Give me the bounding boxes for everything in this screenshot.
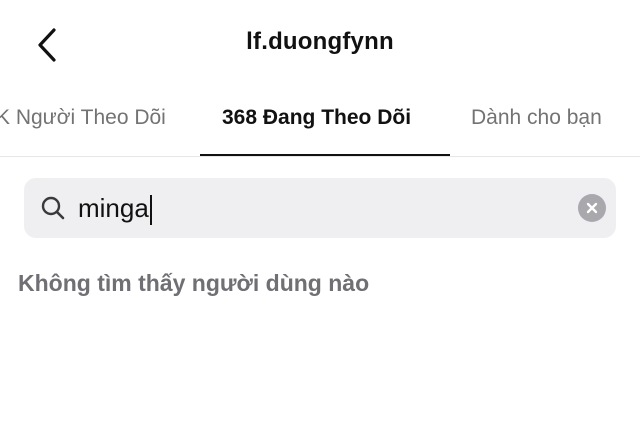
tab-for-you[interactable]: Dành cho bạn	[471, 106, 602, 130]
empty-results-message: Không tìm thấy người dùng nào	[18, 270, 370, 296]
tabs-divider	[0, 156, 640, 157]
search-input[interactable]: minga	[78, 192, 152, 226]
tab-followers[interactable]: K Người Theo Dõi	[0, 106, 166, 130]
tab-following[interactable]: 368 Đang Theo Dõi	[222, 106, 411, 130]
search-icon	[41, 196, 65, 220]
tab-bar: K Người Theo Dõi 368 Đang Theo Dõi Dành …	[0, 96, 640, 156]
search-input-value: minga	[78, 193, 149, 223]
screen: lf.duongfynn K Người Theo Dõi 368 Đang T…	[0, 0, 640, 426]
search-field[interactable]: minga	[24, 178, 616, 238]
clear-icon	[586, 202, 598, 214]
page-title: lf.duongfynn	[246, 28, 394, 55]
clear-search-button[interactable]	[578, 194, 606, 222]
text-caret	[149, 195, 152, 226]
